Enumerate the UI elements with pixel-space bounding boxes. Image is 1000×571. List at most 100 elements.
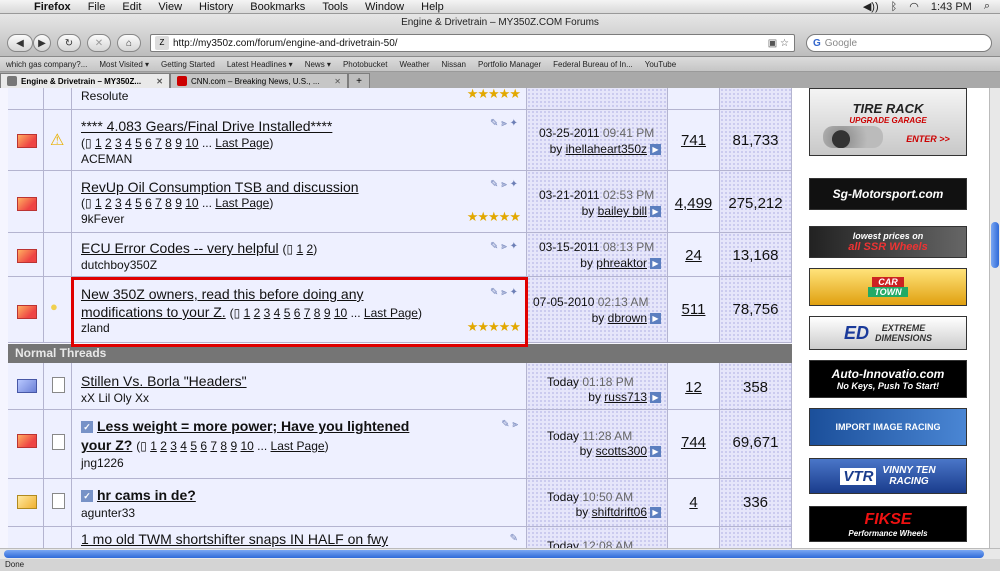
reload-button[interactable]: ↻	[57, 34, 81, 52]
menu-tools[interactable]: Tools	[314, 1, 357, 13]
thread-author[interactable]: ACEMAN	[81, 152, 132, 166]
vinny-ten-racing-ad[interactable]: VTR VINNY TEN RACING	[809, 458, 967, 494]
page-link[interactable]: 2	[254, 306, 261, 320]
page-link[interactable]: 7	[155, 196, 162, 210]
ssr-wheels-ad[interactable]: lowest prices on all SSR Wheels	[809, 226, 967, 258]
page-link[interactable]: 1	[95, 136, 102, 150]
page-link[interactable]: 2	[105, 196, 112, 210]
page-link[interactable]: 9	[324, 306, 331, 320]
menu-view[interactable]: View	[150, 1, 191, 13]
thread-title-link[interactable]: ECU Error Codes -- very helpful	[81, 240, 279, 256]
bookmark-item[interactable]: Nissan	[436, 60, 472, 69]
page-link[interactable]: 9	[230, 439, 237, 453]
last-poster-link[interactable]: russ713	[604, 390, 647, 404]
menu-bookmarks[interactable]: Bookmarks	[242, 1, 314, 13]
stop-button[interactable]: ✕	[87, 34, 111, 52]
reply-count[interactable]: 4	[668, 494, 719, 511]
import-image-racing-ad[interactable]: IMPORT IMAGE RACING	[809, 408, 967, 446]
last-page-link[interactable]: Last Page	[271, 439, 325, 453]
rss-star-icons[interactable]: ▣ ☆	[768, 38, 794, 49]
last-poster-link[interactable]: bailey bill	[598, 204, 647, 218]
page-link[interactable]: 10	[240, 439, 253, 453]
bluetooth-icon[interactable]: ᛒ	[891, 1, 898, 13]
page-link[interactable]: 2	[307, 242, 314, 256]
bookmark-item[interactable]: Federal Bureau of In...	[547, 60, 639, 69]
reply-count[interactable]: 741	[668, 132, 719, 149]
sg-motorsport-ad[interactable]: Sg-Motorsport.com	[809, 178, 967, 210]
fikse-wheels-ad[interactable]: FIKSE Performance Wheels	[809, 506, 967, 542]
page-link[interactable]: 6	[145, 196, 152, 210]
page-link[interactable]: 3	[264, 306, 271, 320]
page-link[interactable]: 10	[185, 196, 198, 210]
go-to-last-post-icon[interactable]: ▶	[650, 258, 661, 270]
page-link[interactable]: 1	[296, 242, 303, 256]
tirerack-ad[interactable]: TIRE RACK UPGRADE GARAGE ENTER >>	[809, 88, 967, 156]
reply-count[interactable]: 511	[668, 301, 719, 318]
bookmark-item[interactable]: Portfolio Manager	[472, 60, 547, 69]
close-tab-icon[interactable]: ✕	[334, 77, 341, 86]
auto-innovatio-ad[interactable]: Auto-Innovatio.com No Keys, Push To Star…	[809, 360, 967, 398]
page-link[interactable]: 7	[155, 136, 162, 150]
menu-help[interactable]: Help	[413, 1, 453, 13]
page-link[interactable]: 1	[244, 306, 251, 320]
forward-button[interactable]: ▶	[33, 34, 51, 52]
last-poster-link[interactable]: dbrown	[608, 311, 647, 325]
menu-window[interactable]: Window	[357, 1, 413, 13]
thread-title-link[interactable]: New 350Z owners, read this before doing …	[81, 286, 364, 302]
last-poster-link[interactable]: scotts300	[596, 444, 647, 458]
bookmark-item[interactable]: News ▾	[299, 60, 337, 69]
thread-author[interactable]: jng1226	[81, 456, 124, 470]
page-link[interactable]: 5	[284, 306, 291, 320]
horizontal-scroll-thumb[interactable]	[4, 550, 984, 558]
bookmark-item[interactable]: Most Visited ▾	[93, 60, 155, 69]
page-link[interactable]: 7	[210, 439, 217, 453]
thread-title-link-line2[interactable]: modifications to your Z.	[81, 304, 226, 320]
page-link[interactable]: 4	[274, 306, 281, 320]
menu-edit[interactable]: Edit	[114, 1, 150, 13]
page-link[interactable]: 1	[150, 439, 157, 453]
back-button[interactable]: ◀	[7, 34, 33, 52]
page-link[interactable]: 8	[165, 196, 172, 210]
bookmark-item[interactable]: Photobucket	[337, 60, 393, 69]
page-link[interactable]: 10	[185, 136, 198, 150]
last-page-link[interactable]: Last Page	[364, 306, 418, 320]
page-link[interactable]: 3	[115, 196, 122, 210]
thread-author[interactable]: zland	[81, 321, 110, 335]
page-link[interactable]: 6	[145, 136, 152, 150]
extreme-dimensions-ad[interactable]: ED EXTREME DIMENSIONS	[809, 316, 967, 350]
thread-author[interactable]: agunter33	[81, 506, 135, 520]
thread-title-link[interactable]: **** 4.083 Gears/Final Drive Installed**…	[81, 118, 332, 134]
bookmark-item[interactable]: which gas company?...	[0, 60, 93, 69]
clock[interactable]: 1:43 PM	[931, 1, 972, 13]
page-link[interactable]: 9	[175, 136, 182, 150]
reply-count[interactable]: 4,499	[668, 195, 719, 212]
thread-author[interactable]: Resolute	[81, 89, 128, 103]
menu-history[interactable]: History	[191, 1, 242, 13]
last-page-link[interactable]: Last Page	[215, 136, 269, 150]
page-link[interactable]: 4	[125, 196, 132, 210]
page-link[interactable]: 10	[334, 306, 347, 320]
thread-title-link[interactable]: RevUp Oil Consumption TSB and discussion	[81, 179, 359, 195]
page-link[interactable]: 9	[175, 196, 182, 210]
page-link[interactable]: 1	[95, 196, 102, 210]
go-to-last-post-icon[interactable]: ▶	[650, 144, 661, 156]
bookmark-item[interactable]: Latest Headlines ▾	[221, 60, 299, 69]
go-to-last-post-icon[interactable]: ▶	[650, 206, 661, 218]
last-poster-link[interactable]: shiftdrift06	[592, 505, 647, 519]
page-link[interactable]: 5	[135, 196, 142, 210]
home-button[interactable]: ⌂	[117, 34, 141, 52]
thread-author[interactable]: dutchboy350Z	[81, 258, 157, 272]
page-link[interactable]: 2	[105, 136, 112, 150]
bookmark-item[interactable]: YouTube	[639, 60, 682, 69]
page-link[interactable]: 4	[125, 136, 132, 150]
go-to-last-post-icon[interactable]: ▶	[650, 507, 661, 519]
reply-count[interactable]: 12	[668, 379, 719, 396]
page-link[interactable]: 5	[135, 136, 142, 150]
thread-title-link[interactable]: Stillen Vs. Borla "Headers"	[81, 373, 247, 389]
spotlight-icon[interactable]: ⌕	[984, 0, 990, 13]
last-page-link[interactable]: Last Page	[215, 196, 269, 210]
page-link[interactable]: 6	[200, 439, 207, 453]
go-to-last-post-icon[interactable]: ▶	[650, 446, 661, 458]
page-link[interactable]: 3	[170, 439, 177, 453]
page-link[interactable]: 6	[294, 306, 301, 320]
